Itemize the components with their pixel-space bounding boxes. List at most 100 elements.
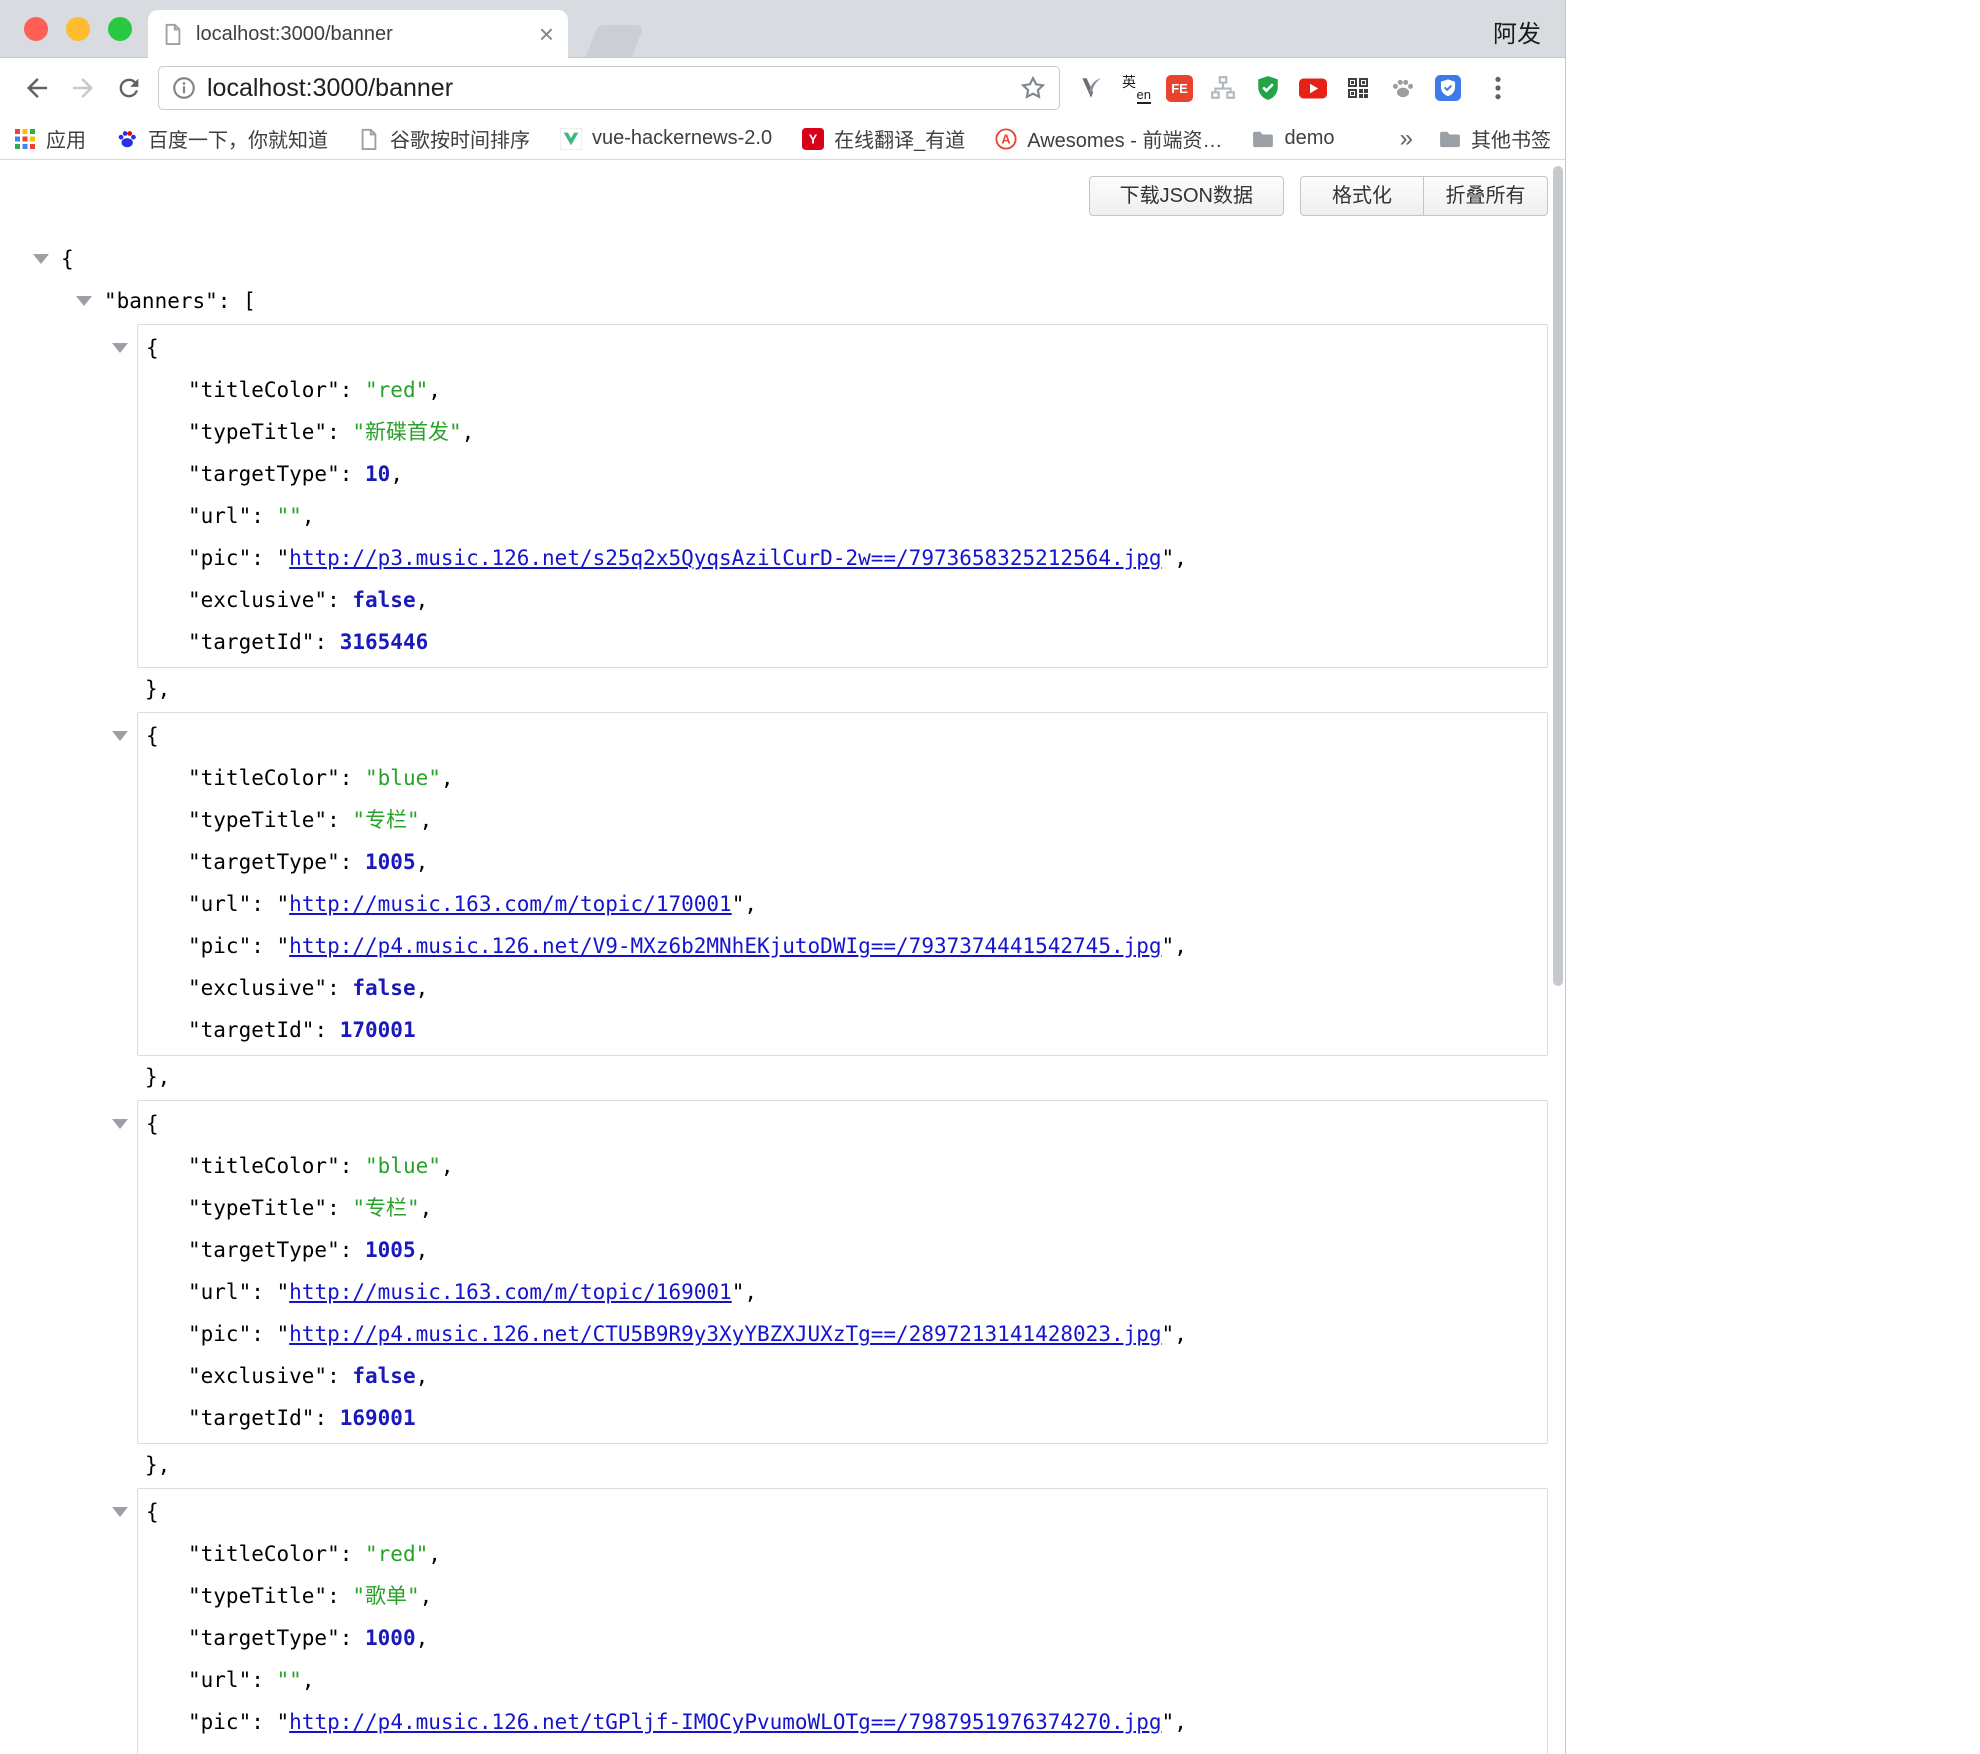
json-link-value[interactable]: http://p4.music.126.net/tGPljf-IMOCyPvum… (289, 1710, 1161, 1734)
other-bookmarks-label: 其他书签 (1471, 124, 1551, 153)
json-number-value: 169001 (340, 1406, 416, 1430)
reload-button[interactable] (106, 65, 152, 111)
bookmark-items: 应用百度一下，你就知道 谷歌按时间排序 vue-hackernews-2.0 Y在线翻… (14, 123, 1364, 155)
page-favicon-icon (162, 23, 184, 45)
json-line: { (0, 238, 1565, 280)
json-number-value: 3165446 (340, 630, 429, 654)
tab-strip: localhost:3000/banner × 阿发 (0, 0, 1565, 58)
json-line: "titleColor": "blue", (138, 757, 1547, 799)
bookmarks-overflow-chevron[interactable]: » (1400, 125, 1413, 153)
json-link-value[interactable]: http://p4.music.126.net/CTU5B9R9y3XyYBZX… (289, 1322, 1161, 1346)
json-line: "targetType": 10, (138, 453, 1547, 495)
new-tab-button[interactable] (586, 25, 645, 57)
json-number-value: 1005 (365, 850, 416, 874)
bookmark-item[interactable]: 百度一下，你就知道 (116, 123, 328, 155)
bookmark-item[interactable]: vue-hackernews-2.0 (560, 123, 772, 155)
download-json-button[interactable]: 下载JSON数据 (1089, 176, 1284, 216)
json-key: "typeTitle" (188, 1584, 327, 1608)
json-line: "targetId": 169001 (138, 1397, 1547, 1439)
json-line: "typeTitle": "新碟首发", (138, 411, 1547, 453)
json-key: "titleColor" (188, 378, 340, 402)
url-text: localhost:3000/banner (207, 74, 453, 103)
json-line: "targetType": 1005, (138, 1229, 1547, 1271)
address-bar[interactable]: localhost:3000/banner (158, 66, 1060, 110)
collapse-toggle-icon[interactable] (112, 343, 128, 353)
json-boolean-value: false (352, 1364, 415, 1388)
json-link-value[interactable]: http://music.163.com/m/topic/169001 (289, 1280, 732, 1304)
json-link-value[interactable]: http://p4.music.126.net/V9-MXz6b2MNhEKju… (289, 934, 1161, 958)
json-line: "exclusive": false, (138, 967, 1547, 1009)
json-string-value: "blue" (365, 766, 441, 790)
json-string-value: "专栏" (352, 1196, 419, 1220)
json-object-box: {"titleColor": "blue","typeTitle": "专栏",… (137, 1100, 1548, 1444)
json-number-value: 170001 (340, 1018, 416, 1042)
forward-button[interactable] (60, 65, 106, 111)
scrollbar-thumb[interactable] (1553, 166, 1563, 986)
bookmark-item[interactable]: A Awesomes - 前端资… (995, 123, 1222, 155)
json-line: "url": "http://music.163.com/m/topic/170… (138, 883, 1547, 925)
tab-title: localhost:3000/banner (196, 23, 527, 46)
bookmark-item[interactable]: demo (1252, 123, 1334, 155)
minimize-window-button[interactable] (66, 17, 90, 41)
close-window-button[interactable] (24, 17, 48, 41)
bookmark-item[interactable]: Y在线翻译_有道 (802, 123, 965, 155)
json-key: "targetType" (188, 1238, 340, 1262)
bookmark-star-icon[interactable] (1019, 74, 1047, 102)
json-line: "targetId": 170001 (138, 1009, 1547, 1051)
youdao-icon: Y (802, 128, 824, 150)
json-string-value: "新碟首发" (352, 420, 461, 444)
maximize-window-button[interactable] (108, 17, 132, 41)
json-key: "banners" (104, 289, 218, 313)
json-link-value[interactable]: http://p3.music.126.net/s25q2x5QyqsAzilC… (289, 546, 1161, 570)
wing-extension-icon[interactable] (1076, 73, 1106, 103)
collapse-all-button[interactable]: 折叠所有 (1424, 176, 1548, 216)
profile-name[interactable]: 阿发 (1493, 14, 1541, 49)
json-string-value: "" (277, 1668, 302, 1692)
json-line: { (138, 1103, 1547, 1145)
json-link-value[interactable]: http://music.163.com/m/topic/170001 (289, 892, 732, 916)
navigation-toolbar: localhost:3000/banner 英en FE (0, 58, 1565, 118)
paw-extension-icon[interactable] (1388, 73, 1418, 103)
json-key: "targetType" (188, 850, 340, 874)
json-string-value: "red" (365, 1542, 428, 1566)
json-line: "titleColor": "red", (138, 1533, 1547, 1575)
baidu-paw-icon (116, 128, 138, 150)
fe-extension-icon[interactable]: FE (1166, 75, 1193, 102)
vue-icon (560, 128, 582, 150)
json-key: "url" (188, 1280, 251, 1304)
bookmark-item[interactable]: 谷歌按时间排序 (358, 123, 530, 155)
sitemap-extension-icon[interactable] (1208, 73, 1238, 103)
collapse-toggle-icon[interactable] (112, 731, 128, 741)
view-mode-button-group: 格式化 折叠所有 (1300, 176, 1548, 216)
awesome-icon: A (995, 128, 1017, 150)
json-string-value: "blue" (365, 1154, 441, 1178)
collapse-toggle-icon[interactable] (33, 254, 49, 264)
back-button[interactable] (14, 65, 60, 111)
collapse-toggle-icon[interactable] (112, 1507, 128, 1517)
bookmark-label: 谷歌按时间排序 (390, 124, 530, 153)
youtube-extension-icon[interactable] (1298, 73, 1328, 103)
json-string-value: "歌单" (352, 1584, 419, 1608)
collapse-toggle-icon[interactable] (112, 1119, 128, 1129)
bookmark-label: Awesomes - 前端资… (1027, 124, 1222, 153)
json-string-value: "专栏" (352, 808, 419, 832)
format-button[interactable]: 格式化 (1300, 176, 1424, 216)
tab-close-icon[interactable]: × (539, 21, 554, 47)
json-key: "titleColor" (188, 766, 340, 790)
json-object-box: {"titleColor": "red","typeTitle": "歌单","… (137, 1488, 1548, 1754)
browser-tab[interactable]: localhost:3000/banner × (148, 10, 568, 58)
other-bookmarks-button[interactable]: 其他书签 (1439, 124, 1551, 153)
json-key: "url" (188, 504, 251, 528)
browser-menu-icon[interactable] (1475, 65, 1521, 111)
qrcode-extension-icon[interactable] (1343, 73, 1373, 103)
collapse-toggle-icon[interactable] (76, 296, 92, 306)
json-line: "typeTitle": "专栏", (138, 799, 1547, 841)
json-line: "url": "", (138, 495, 1547, 537)
blue-shield-extension-icon[interactable] (1433, 73, 1463, 103)
green-shield-extension-icon[interactable] (1253, 73, 1283, 103)
bookmark-item[interactable]: 应用 (14, 123, 86, 155)
bookmark-label: demo (1284, 127, 1334, 150)
json-key: "titleColor" (188, 1154, 340, 1178)
site-info-icon[interactable] (171, 75, 197, 101)
translate-extension-icon[interactable]: 英en (1121, 73, 1151, 103)
